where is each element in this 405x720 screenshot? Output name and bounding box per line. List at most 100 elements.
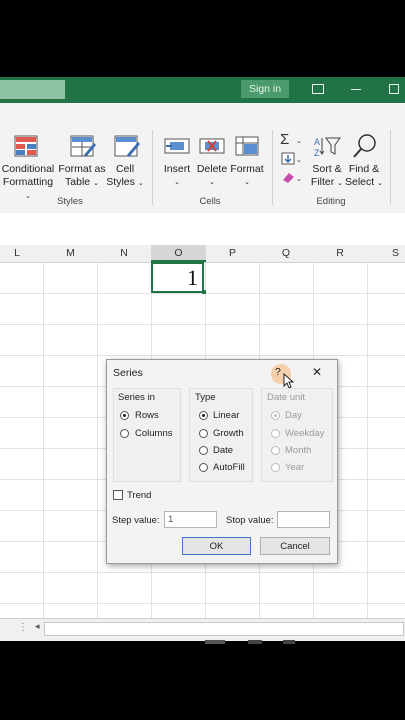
sign-in-button[interactable]: Sign in: [241, 80, 289, 98]
clear-icon[interactable]: [281, 171, 295, 184]
editing-group-label: Editing: [316, 196, 346, 207]
ribbon-separator: [152, 130, 153, 205]
fill-icon[interactable]: [281, 152, 295, 165]
format-as-table-button[interactable]: Format as Table ⌄: [57, 163, 107, 190]
scroll-left-icon[interactable]: ◂: [35, 621, 40, 632]
horizontal-scrollbar[interactable]: [44, 622, 404, 636]
chevron-down-icon: ⌄: [25, 193, 31, 200]
day-label: Day: [285, 410, 302, 421]
column-header[interactable]: P: [206, 245, 259, 262]
rows-radio[interactable]: [120, 411, 129, 420]
year-radio: [271, 463, 280, 472]
trend-label[interactable]: Trend: [127, 490, 151, 501]
close-icon[interactable]: ✕: [312, 365, 322, 379]
search-box[interactable]: [0, 80, 65, 99]
date-unit-label: Date unit: [267, 392, 306, 403]
insert-cells-icon: [164, 138, 190, 154]
growth-radio[interactable]: [199, 429, 208, 438]
ribbon-separator: [272, 130, 273, 205]
column-header[interactable]: Q: [259, 245, 313, 262]
sort-filter-button[interactable]: Sort & Filter ⌄: [308, 163, 346, 190]
column-header[interactable]: L: [0, 245, 34, 262]
grid-line: [0, 355, 405, 356]
find-select-icon: [353, 134, 376, 158]
columns-label[interactable]: Columns: [135, 428, 173, 439]
growth-label[interactable]: Growth: [213, 428, 244, 439]
grid-line: [97, 262, 98, 618]
delete-button[interactable]: Delete ⌄: [194, 163, 230, 189]
step-value-input[interactable]: 1: [164, 511, 217, 528]
find-select-button[interactable]: Find & Select ⌄: [344, 163, 384, 190]
chevron-down-icon: ⌄: [93, 180, 99, 187]
column-header[interactable]: N: [97, 245, 151, 262]
selected-cell[interactable]: 1: [151, 262, 204, 293]
weekday-label: Weekday: [285, 428, 325, 439]
grid-line: [367, 262, 368, 618]
chevron-down-icon[interactable]: ⌄: [296, 175, 302, 183]
normal-view-icon[interactable]: [205, 640, 225, 644]
autofill-label[interactable]: AutoFill: [213, 462, 245, 473]
page-break-icon[interactable]: [283, 640, 295, 644]
date-radio[interactable]: [199, 446, 208, 455]
autofill-radio[interactable]: [199, 463, 208, 472]
cells-group-label: Cells: [199, 196, 221, 207]
day-radio: [271, 411, 280, 420]
column-header[interactable]: S: [367, 245, 405, 262]
grid-line: [0, 572, 405, 573]
conditional-formatting-icon: [14, 135, 38, 157]
fill-handle[interactable]: [202, 290, 206, 294]
linear-label[interactable]: Linear: [213, 410, 239, 421]
cell-styles-icon: [114, 135, 140, 157]
format-cells-icon: [235, 136, 259, 156]
ok-button[interactable]: OK: [182, 537, 251, 555]
cancel-button[interactable]: Cancel: [260, 537, 330, 555]
dialog-title: Series: [113, 367, 143, 379]
series-in-label: Series in: [118, 392, 155, 403]
insert-button[interactable]: Insert ⌄: [160, 163, 194, 189]
trend-checkbox[interactable]: [113, 490, 123, 500]
date-label[interactable]: Date: [213, 445, 233, 456]
chevron-down-icon[interactable]: ⌄: [296, 137, 302, 145]
sort-filter-icon: A Z: [314, 137, 341, 158]
svg-text:Z: Z: [314, 148, 320, 158]
step-value-label: Step value:: [112, 515, 160, 526]
grid-line: [0, 603, 405, 604]
chevron-down-icon: ⌄: [377, 180, 383, 187]
column-header[interactable]: R: [313, 245, 367, 262]
svg-text:A: A: [314, 137, 320, 147]
chevron-down-icon: ⌄: [137, 180, 144, 187]
delete-cells-icon: [199, 138, 225, 154]
chevron-down-icon: ⌄: [337, 180, 344, 187]
more-options-icon[interactable]: ⋮: [18, 622, 28, 633]
help-icon[interactable]: ?: [275, 366, 281, 378]
cell-styles-button[interactable]: Cell Styles ⌄: [103, 163, 147, 190]
format-button[interactable]: Format ⌄: [228, 163, 266, 189]
month-radio: [271, 446, 280, 455]
chevron-down-icon[interactable]: ⌄: [296, 156, 302, 164]
rows-label[interactable]: Rows: [135, 410, 159, 421]
chevron-down-icon: ⌄: [174, 179, 180, 186]
format-as-table-icon: [70, 135, 96, 157]
chevron-down-icon: ⌄: [244, 179, 250, 186]
grid-line: [43, 262, 44, 618]
page-layout-icon[interactable]: [248, 640, 262, 644]
linear-radio[interactable]: [199, 411, 208, 420]
ribbon-display-icon[interactable]: [312, 84, 324, 94]
autosum-icon[interactable]: Σ: [280, 131, 289, 148]
series-dialog: Series ? ✕ Series in Rows Columns Type L…: [106, 359, 338, 564]
minimize-icon[interactable]: [351, 89, 361, 90]
grid-line: [0, 324, 405, 325]
columns-radio[interactable]: [120, 429, 129, 438]
weekday-radio: [271, 429, 280, 438]
restore-icon[interactable]: [389, 84, 399, 94]
column-header[interactable]: M: [44, 245, 97, 262]
year-label: Year: [285, 462, 305, 473]
stop-value-input[interactable]: [277, 511, 330, 528]
column-header[interactable]: O: [151, 245, 206, 262]
chevron-down-icon: ⌄: [209, 179, 215, 186]
stop-value-label: Stop value:: [226, 515, 274, 526]
mouse-pointer-icon: [283, 373, 295, 389]
month-label: Month: [285, 445, 312, 456]
ribbon-separator: [390, 130, 391, 205]
type-label: Type: [195, 392, 216, 403]
